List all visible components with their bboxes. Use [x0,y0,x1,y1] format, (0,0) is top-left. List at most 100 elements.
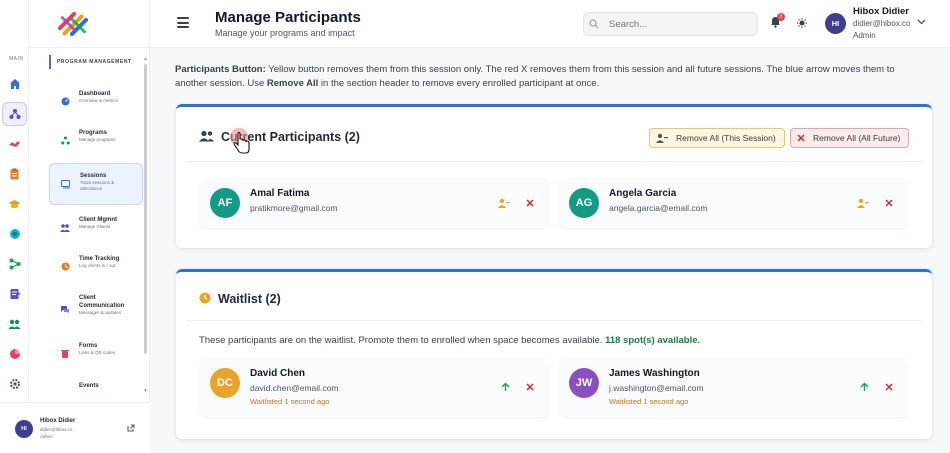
rail-handshake-button[interactable] [2,132,27,156]
rail-section-label: MAIN [9,56,24,62]
sidebar-item-sessions[interactable]: Sessions Track sessions & attendance [49,163,143,205]
sidebar-item-title: Client Mgmnt [79,217,117,223]
sidebar-item-title: Sessions [80,173,107,179]
scroll-up-icon[interactable]: ▲ [143,56,148,62]
rail-report-button[interactable] [2,282,27,306]
participants-help-note: Participants Button: Yellow button remov… [175,63,925,90]
sidebar-item-events[interactable]: Events [49,382,143,394]
remove-future-button[interactable] [883,197,895,209]
user-name: Hibox Didier [853,6,909,17]
notification-badge: 3 [777,13,785,21]
scrollbar-thumb[interactable] [144,64,147,354]
sun-icon[interactable] [797,18,807,28]
sidebar-item-title: Client Communication [79,295,125,309]
sidebar-item-dashboard[interactable]: Dashboard Overview & metrics [49,90,143,112]
note-label: Participants Button: [175,64,266,75]
sidebar-item-title: Events [79,383,99,389]
promote-button[interactable] [499,381,511,393]
close-icon [885,383,893,391]
top-header: Manage Participants Manage your programs… [150,0,950,48]
home-icon [9,79,20,89]
brand-logo [57,11,89,37]
graduation-cap-icon [8,200,21,208]
current-participants-card: Current Participants (2) Remove All (Thi… [176,104,932,248]
users-icon [199,130,214,142]
user-role: Admin [853,31,876,40]
remove-button[interactable] [524,381,536,393]
participant-email: david.chen@email.com [250,383,339,393]
section-title: Waitlist (2) [218,292,281,306]
rail-programs-button[interactable] [2,102,27,126]
sidebar-item-title: Forms [79,343,98,349]
sidebar-item-programs[interactable]: Programs Manage programs [49,129,143,151]
rail-home-button[interactable] [2,72,27,96]
participant-email: pratikmore@gmail.com [250,203,338,213]
user-email: didier@hibox.co [40,427,73,432]
search-icon [589,19,599,29]
remove-all-session-button[interactable]: Remove All (This Session) [649,128,785,148]
rail-globe-button[interactable] [2,222,27,246]
remove-session-button[interactable] [498,197,510,209]
participant-card: AG Angela Garcia angela.garcia@email.com [559,178,908,228]
remove-all-future-button[interactable]: Remove All (All Future) [790,128,910,148]
sidebar-item-title: Dashboard [79,91,111,97]
people-icon [59,221,71,233]
remove-session-button[interactable] [857,197,869,209]
close-icon [526,199,534,207]
close-icon [885,199,893,207]
rail-settings-button[interactable] [2,372,27,396]
hand-cursor-icon [230,128,250,154]
report-icon [10,289,21,299]
sidebar-user-card[interactable]: HI Hibox Didier didier@hibox.co Admin [0,402,150,453]
clock-icon [59,260,71,272]
sidebar-item-client-mgmnt[interactable]: Client Mgmnt Manage Clients [49,216,143,238]
participant-name: David Chen [250,368,306,379]
avatar: DC [210,368,240,398]
globe-icon [9,229,20,239]
waitlist-description: These participants are on the waitlist. … [199,335,700,346]
waitlist-card: Waitlist (2) These participants are on t… [176,269,932,439]
avatar: JW [569,368,599,398]
waitlist-card-item: JW James Washington j.washington@email.c… [559,358,908,417]
rail-clipboard-button[interactable] [2,162,27,186]
sidebar-item-subtitle: Manage programs [79,137,116,142]
user-minus-icon [498,198,510,208]
sidebar-item-subtitle: Log clients in / out [79,263,116,268]
handshake-icon [9,141,20,147]
sidebar-panel: PROGRAM MANAGEMENT Dashboard Overview & … [29,0,150,453]
avatar[interactable]: HI [825,13,846,34]
rail-chart-button[interactable] [2,342,27,366]
rail-people-button[interactable] [2,312,27,336]
menu-icon[interactable] [177,17,189,29]
arrow-up-icon [860,382,868,391]
user-minus-icon [656,133,668,143]
participant-email: angela.garcia@email.com [609,203,708,213]
clock-icon [199,292,211,304]
remove-button[interactable] [883,381,895,393]
hierarchy-icon [59,134,71,146]
participant-name: James Washington [609,368,700,379]
page-subtitle: Manage your programs and impact [215,28,355,38]
arrow-up-icon [501,382,509,391]
sidebar-item-subtitle: Track sessions & attendance [80,180,115,191]
button-label: Remove All (All Future) [813,133,901,143]
participant-name: Amal Fatima [250,188,310,199]
sidebar-item-time-tracking[interactable]: Time Tracking Log clients in / out [49,255,143,277]
chevron-down-icon[interactable] [917,19,926,25]
sidebar-item-subtitle: Messages & updates [79,310,122,315]
user-role: Admin [40,434,53,439]
sidebar-item-subtitle: Overview & metrics [79,98,118,103]
search-input[interactable] [583,12,758,36]
waitlist-status: Waitlisted 1 second ago [609,397,689,406]
sidebar-scrollbar[interactable]: ▲ ▼ [143,56,148,396]
waitlist-status: Waitlisted 1 second ago [250,397,330,406]
sidebar-item-forms[interactable]: Forms Links & QR codes [49,342,143,364]
scroll-down-icon[interactable]: ▼ [143,388,148,394]
promote-button[interactable] [858,381,870,393]
availability-text: 118 spot(s) available. [605,335,701,346]
rail-flow-button[interactable] [2,252,27,276]
external-link-icon[interactable] [127,424,135,432]
sidebar-item-client-communication[interactable]: Client Communication Messages & updates [49,294,143,324]
rail-graduation-button[interactable] [2,192,27,216]
remove-future-button[interactable] [524,197,536,209]
